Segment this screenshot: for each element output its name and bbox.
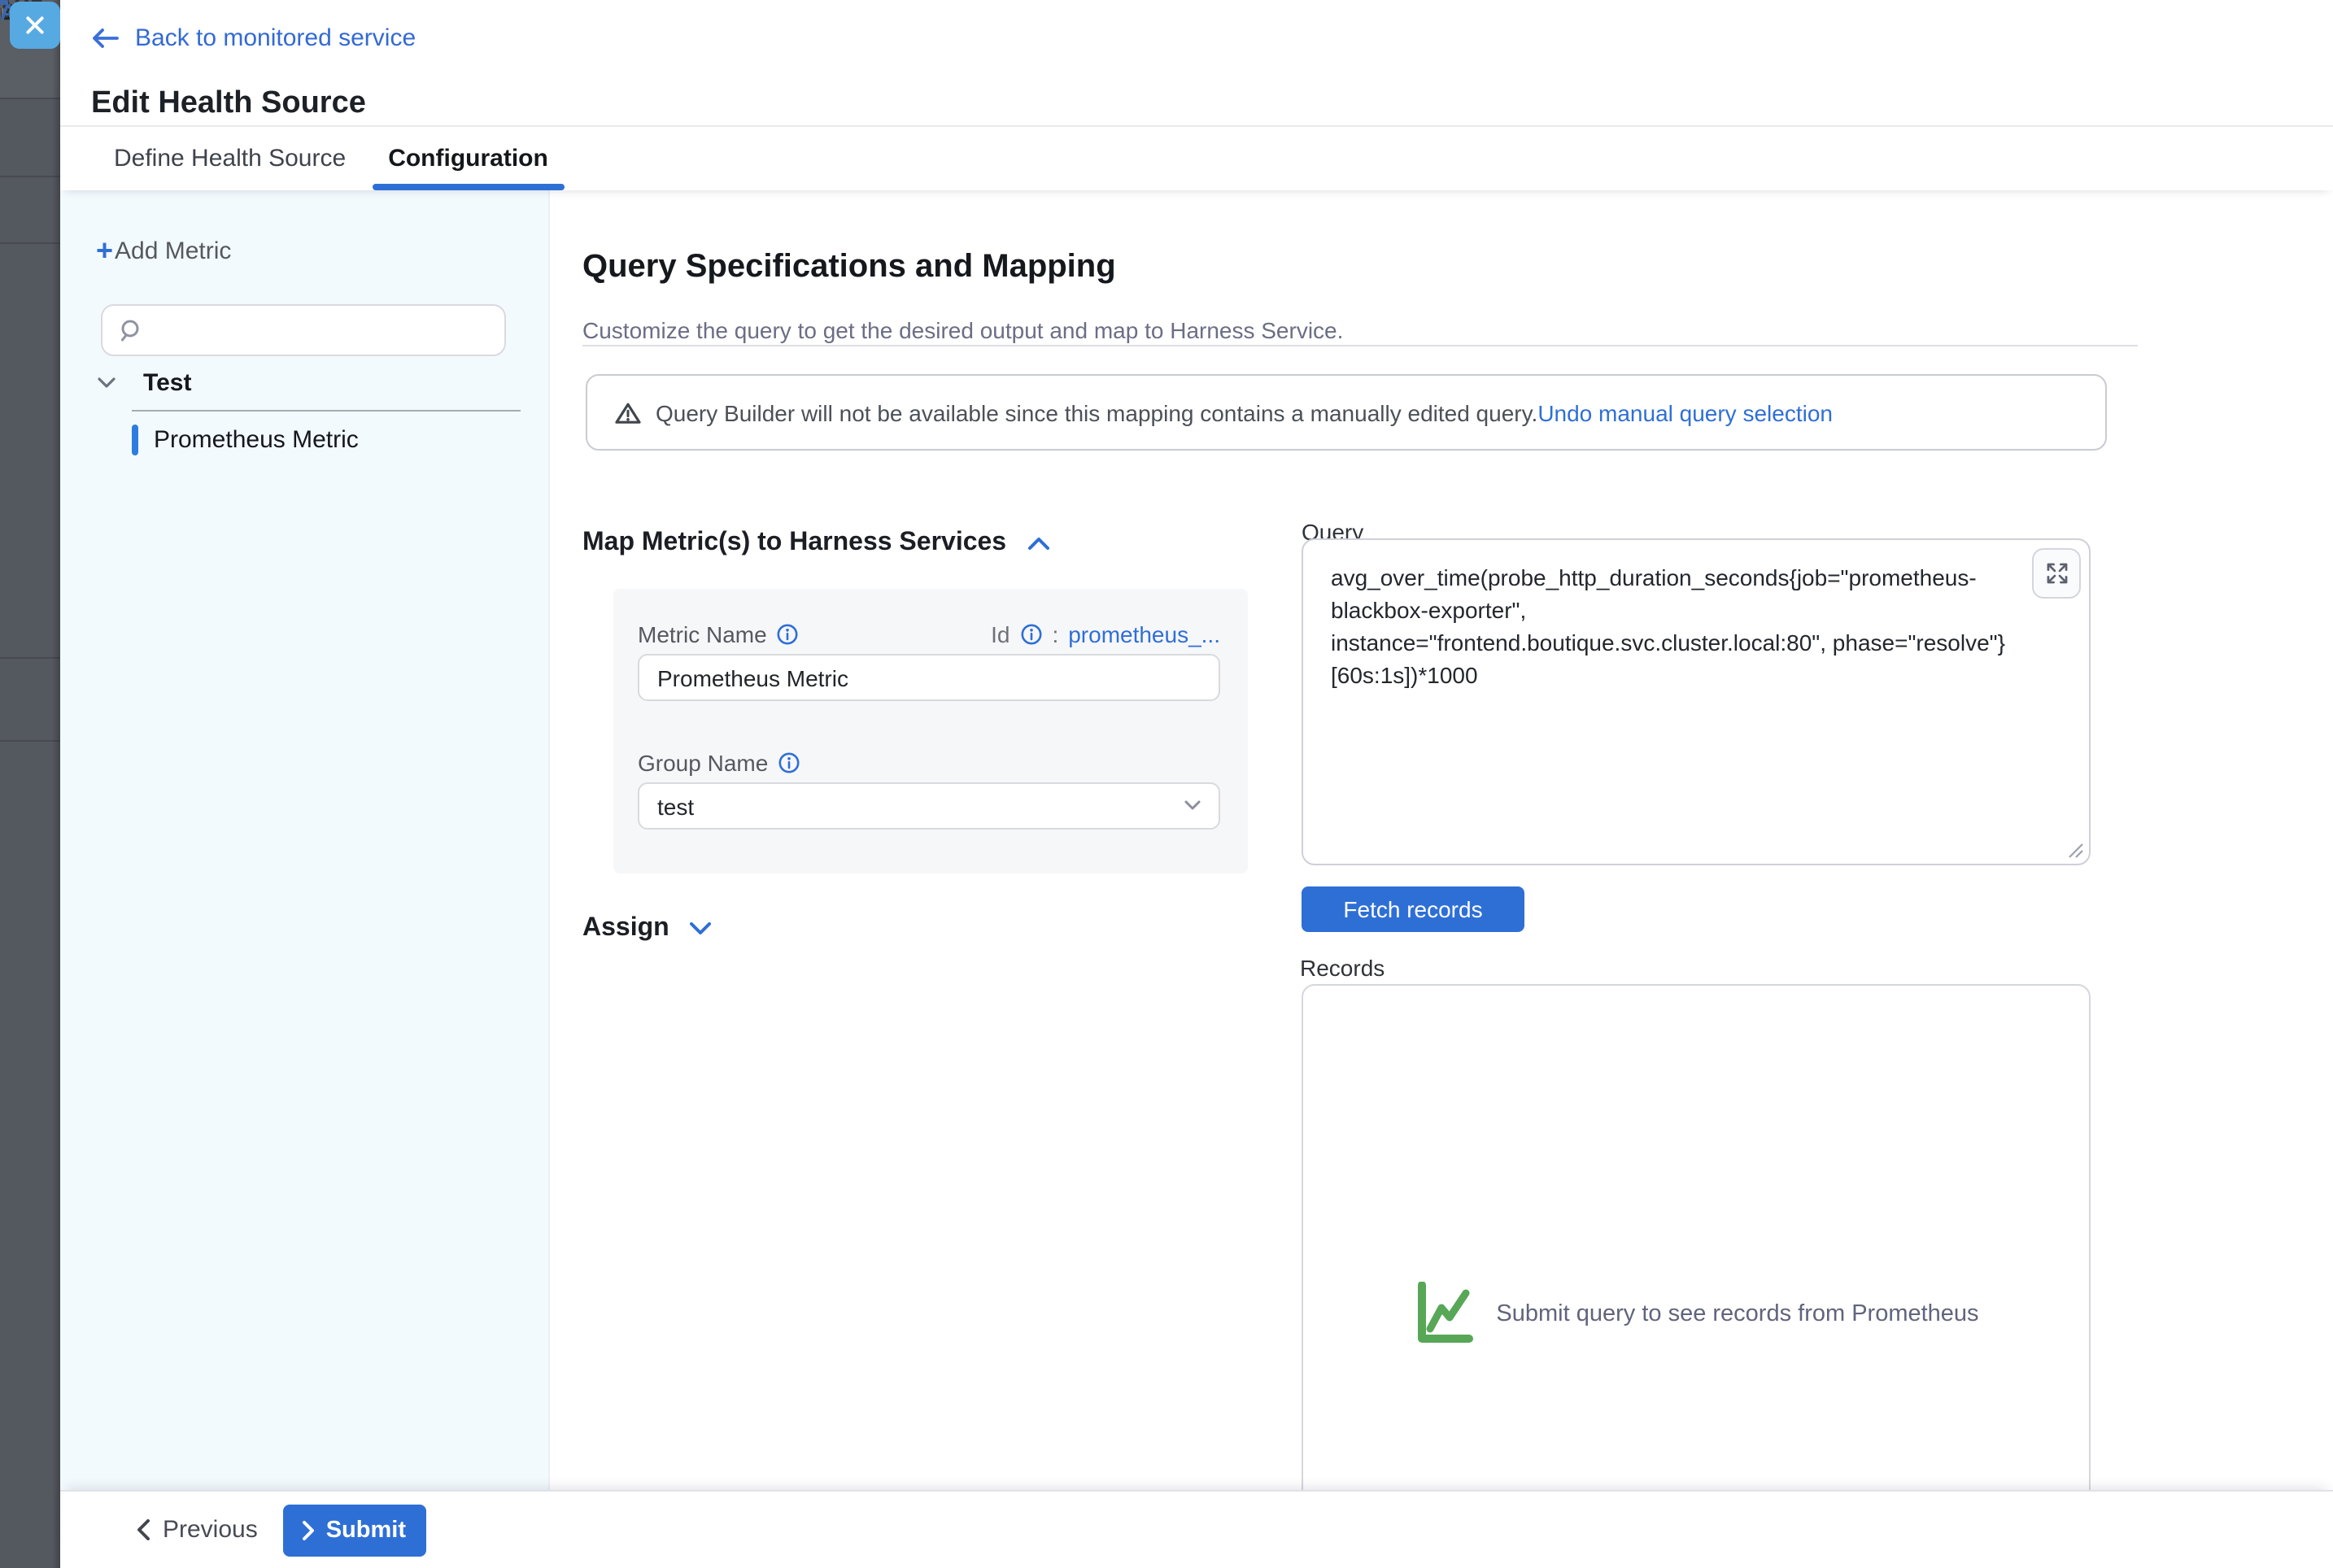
query-editor[interactable]: avg_over_time(probe_http_duration_second… [1302, 538, 2091, 865]
chart-icon [1413, 1282, 1481, 1347]
metric-item-label: Prometheus Metric [154, 425, 359, 453]
chevron-right-icon [303, 1520, 315, 1540]
info-icon[interactable] [777, 623, 800, 646]
submit-button[interactable]: Submit [284, 1504, 425, 1556]
group-name-value: test [657, 793, 694, 819]
chevron-up-icon [1027, 537, 1049, 550]
previous-button[interactable]: Previous [137, 1516, 258, 1544]
assign-collapse-toggle[interactable]: Assign [582, 914, 712, 943]
chevron-left-icon [137, 1519, 150, 1540]
chevron-down-icon [98, 377, 116, 389]
fullscreen-icon [2043, 560, 2070, 587]
metric-group-test[interactable]: Test [98, 369, 191, 397]
metrics-sidebar: + Add Metric Test [60, 190, 550, 1490]
metric-group-label: Test [143, 369, 191, 397]
query-text: avg_over_time(probe_http_duration_second… [1331, 563, 2039, 692]
background-divider [0, 657, 60, 659]
section-heading: Query Specifications and Mapping [582, 249, 1116, 286]
modal-footer: Previous Submit [60, 1490, 2333, 1568]
modal-header: Back to monitored service Edit Health So… [60, 0, 2333, 125]
background-divider [0, 740, 60, 742]
page-title: Edit Health Source [91, 86, 366, 122]
undo-manual-query-link[interactable]: Undo manual query selection [1537, 399, 1833, 425]
add-metric-label: Add Metric [115, 237, 231, 264]
records-empty-text: Submit query to see records from Prometh… [1496, 1301, 1978, 1327]
chevron-down-icon [691, 922, 712, 935]
assign-heading: Assign [582, 914, 669, 943]
group-divider [132, 410, 521, 412]
search-icon [119, 318, 143, 342]
submit-button-label: Submit [326, 1517, 406, 1543]
background-divider [0, 176, 60, 177]
edit-health-source-dialog: nt x_dev s C view ealth S AME rom Add Ba… [0, 0, 2333, 1568]
warning-text: Query Builder will not be available sinc… [656, 399, 1537, 425]
close-icon [24, 15, 46, 36]
info-icon[interactable] [778, 751, 800, 774]
tab-configuration[interactable]: Configuration [388, 127, 548, 190]
background-divider [0, 98, 60, 99]
modal: Back to monitored service Edit Health So… [60, 0, 2333, 1568]
warning-banner: Query Builder will not be available sinc… [586, 374, 2107, 451]
query-specifications-section: Query Specifications and Mapping Customi… [550, 190, 2333, 1490]
map-metrics-heading: Map Metric(s) to Harness Services [582, 529, 1006, 558]
background-overlay: nt x_dev s C view ealth S AME rom Add [0, 0, 60, 1568]
metric-item-prometheus[interactable]: Prometheus Metric [132, 421, 359, 457]
section-subheading: Customize the query to get the desired o… [582, 317, 1343, 343]
tab-configuration-label: Configuration [388, 145, 548, 172]
metric-name-input[interactable] [638, 654, 1220, 701]
group-name-select[interactable]: test [638, 782, 1220, 830]
selected-indicator-bar [132, 424, 137, 455]
expand-query-button[interactable] [2032, 548, 2081, 599]
id-label: Id [991, 621, 1010, 647]
metric-search [101, 304, 506, 356]
tab-bar: Define Health Source Configuration [60, 125, 2333, 190]
background-divider [0, 242, 60, 244]
records-empty-state: Submit query to see records from Prometh… [1303, 1282, 2089, 1347]
metric-mapping-card: Metric Name Id [613, 589, 1248, 873]
chevron-down-icon [1184, 800, 1201, 812]
records-label: Records [1300, 955, 1385, 981]
back-arrow-icon [91, 28, 119, 49]
group-name-label: Group Name [638, 750, 768, 776]
close-button[interactable] [10, 2, 60, 49]
resize-handle[interactable] [2068, 843, 2084, 859]
modal-content: + Add Metric Test [60, 190, 2333, 1490]
metric-search-input[interactable] [156, 316, 465, 345]
back-link-label: Back to monitored service [135, 24, 416, 52]
metric-name-label: Metric Name [638, 621, 767, 647]
section-divider [582, 345, 2138, 346]
warning-icon [615, 401, 641, 424]
map-metrics-collapse-toggle[interactable]: Map Metric(s) to Harness Services [582, 529, 1049, 558]
records-panel: Submit query to see records from Prometh… [1302, 984, 2091, 1490]
plus-icon: + [96, 236, 113, 265]
id-separator: : [1052, 621, 1058, 647]
previous-button-label: Previous [163, 1516, 258, 1544]
tab-define-health-source[interactable]: Define Health Source [114, 127, 346, 190]
id-value-link[interactable]: prometheus_... [1068, 621, 1220, 647]
add-metric-button[interactable]: + Add Metric [96, 236, 231, 265]
fetch-records-button[interactable]: Fetch records [1302, 886, 1524, 932]
back-link[interactable]: Back to monitored service [91, 24, 416, 52]
active-tab-underline [372, 184, 565, 190]
info-icon[interactable] [1019, 623, 1042, 646]
